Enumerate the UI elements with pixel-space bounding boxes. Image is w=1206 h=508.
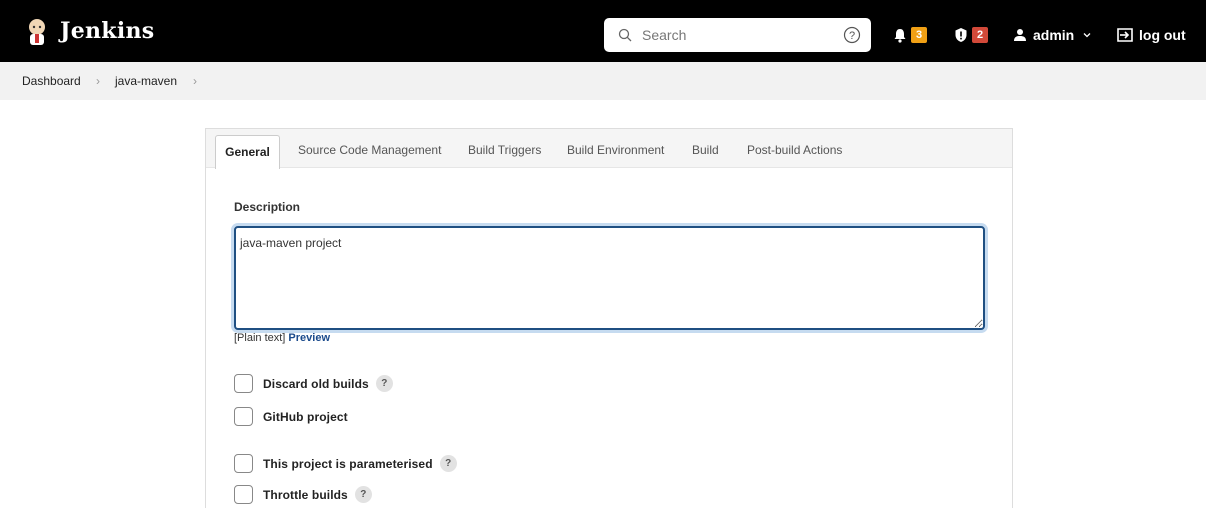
parameterised-label[interactable]: This project is parameterised: [263, 457, 433, 471]
search-input[interactable]: [642, 24, 832, 46]
format-note: [Plain text] Preview: [234, 332, 330, 344]
breadcrumb-dashboard[interactable]: Dashboard: [22, 74, 81, 88]
tab-build[interactable]: Build: [692, 143, 719, 157]
search-icon: [618, 28, 632, 42]
github-project-checkbox[interactable]: [234, 407, 253, 426]
question-icon[interactable]: ?: [375, 375, 393, 392]
chevron-down-icon: [1083, 33, 1091, 38]
security-button[interactable]: 2: [954, 27, 988, 43]
preview-link[interactable]: Preview: [288, 332, 330, 344]
question-icon[interactable]: ?: [354, 486, 372, 503]
description-label: Description: [234, 200, 301, 214]
tab-build-environment[interactable]: Build Environment: [567, 143, 664, 157]
option-github-project: GitHub project: [234, 407, 348, 426]
tab-build-triggers[interactable]: Build Triggers: [468, 143, 541, 157]
github-project-label[interactable]: GitHub project: [263, 410, 348, 424]
app-name: Jenkins: [60, 18, 155, 44]
notifications-badge: 3: [911, 27, 927, 43]
option-parameterised: This project is parameterised ?: [234, 454, 457, 473]
search-box[interactable]: ?: [604, 18, 871, 52]
option-throttle-builds: Throttle builds ?: [234, 485, 372, 504]
config-panel: General Source Code Management Build Tri…: [205, 128, 1013, 508]
parameterised-checkbox[interactable]: [234, 454, 253, 473]
chevron-right-icon[interactable]: ›: [193, 74, 197, 88]
question-icon[interactable]: ?: [439, 455, 457, 472]
svg-text:?: ?: [849, 30, 855, 42]
discard-old-builds-label[interactable]: Discard old builds: [263, 377, 369, 391]
plain-text-label: [Plain text]: [234, 332, 286, 344]
logout-button[interactable]: log out: [1116, 27, 1186, 43]
user-icon: [1014, 29, 1026, 41]
logout-icon: [1117, 28, 1133, 42]
help-circle-icon[interactable]: ?: [843, 26, 861, 44]
user-name: admin: [1033, 27, 1075, 43]
discard-old-builds-checkbox[interactable]: [234, 374, 253, 393]
description-textarea[interactable]: java-maven project: [234, 226, 985, 330]
throttle-builds-label[interactable]: Throttle builds: [263, 488, 348, 502]
user-menu[interactable]: admin: [1013, 27, 1092, 43]
breadcrumb: Dashboard › java-maven ›: [0, 62, 1206, 100]
notifications-button[interactable]: 3: [893, 27, 927, 43]
throttle-builds-checkbox[interactable]: [234, 485, 253, 504]
breadcrumb-java-maven[interactable]: java-maven: [115, 74, 177, 88]
chevron-right-icon: ›: [96, 74, 100, 88]
option-discard-old-builds: Discard old builds ?: [234, 374, 393, 393]
tab-general[interactable]: General: [215, 135, 280, 169]
bell-icon: [894, 28, 906, 43]
tab-post-build-actions[interactable]: Post-build Actions: [747, 143, 842, 157]
jenkins-logo[interactable]: Jenkins: [22, 16, 154, 46]
shield-icon: [955, 28, 967, 42]
top-header: Jenkins ? 3 2 admin: [0, 0, 1206, 62]
tab-strip: General Source Code Management Build Tri…: [206, 129, 1012, 169]
tab-source-code-management[interactable]: Source Code Management: [298, 143, 441, 157]
jenkins-logo-icon: [29, 19, 45, 45]
security-badge: 2: [972, 27, 988, 43]
logout-label: log out: [1139, 27, 1186, 43]
